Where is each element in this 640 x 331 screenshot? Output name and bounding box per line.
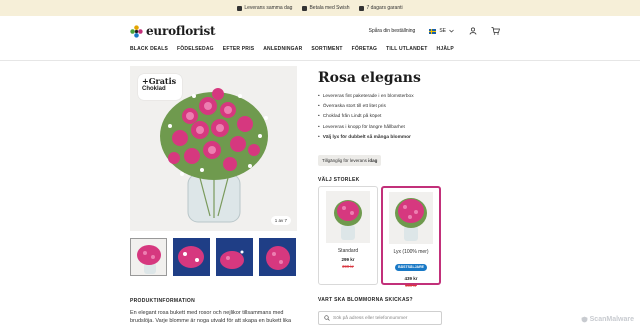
bestseller-badge: BÄSTSÄLJARE: [395, 263, 427, 271]
product-image-gallery[interactable]: +Gratis Choklad 1 av 7: [130, 66, 297, 231]
header-actions: Spåra din beställning SE: [369, 27, 500, 36]
nav-item-business[interactable]: FÖRETAG: [352, 46, 377, 56]
thumbnail-3[interactable]: [216, 238, 253, 276]
feature-item: Överraska stort till ett litet pris: [318, 102, 414, 112]
thumbnail-1[interactable]: [130, 238, 167, 276]
main-nav: BLACK DEALS FÖDELSEDAG EFTER PRIS ANLEDN…: [130, 46, 454, 56]
delivery-heading: VART SKA BLOMMORNA SKICKAS?: [318, 297, 413, 303]
nav-item-assortment[interactable]: SORTIMENT: [311, 46, 342, 56]
flower-logo-icon: [130, 24, 143, 38]
cart-icon[interactable]: [491, 27, 500, 36]
free-chocolate-badge: +Gratis Choklad: [138, 74, 182, 100]
size-option-luxury[interactable]: Lyx (100% mer) BÄSTSÄLJARE 439 kr 539 kr: [381, 186, 441, 288]
feature-item: Choklad från Lindt på köpet: [318, 112, 414, 122]
nav-item-occasions[interactable]: ANLEDNINGAR: [263, 46, 302, 56]
announcement-item: Leverans samma dag: [237, 5, 292, 11]
address-placeholder: Sök på adress eller telefonnummer: [333, 315, 408, 321]
nav-item-abroad[interactable]: TILL UTLANDET: [386, 46, 427, 56]
product-info-text: En elegant rosa bukett med rosor och nej…: [130, 310, 292, 324]
language-code: SE: [439, 28, 446, 34]
announcement-item: Betala med Swish: [302, 5, 349, 11]
product-info-heading: PRODUKTINFORMATION: [130, 298, 196, 304]
availability-badge: Tillgänglig för leverans idag: [318, 155, 382, 166]
thumbnail-4[interactable]: [259, 238, 296, 276]
product-title: Rosa elegans: [318, 70, 421, 86]
size-old-price: 539 kr: [405, 283, 417, 288]
language-selector[interactable]: SE: [429, 28, 454, 34]
thumbnail-strip: [130, 238, 296, 276]
nav-item-black-deals[interactable]: BLACK DEALS: [130, 46, 168, 56]
size-name: Standard: [337, 248, 359, 254]
shield-icon: [581, 316, 588, 323]
image-counter: 1 av 7: [270, 216, 291, 225]
thumbnail-2[interactable]: [173, 238, 210, 276]
size-heading: VÄLJ STORLEK: [318, 177, 360, 183]
announcement-bar: Leverans samma dag Betala med Swish 7 da…: [0, 0, 640, 16]
size-image: [326, 191, 370, 243]
feature-list: Levereras fint paketerade i en blomsterb…: [318, 92, 414, 143]
size-option-standard[interactable]: Standard 299 kr 399 kr: [318, 186, 378, 285]
address-search-input[interactable]: Sök på adress eller telefonnummer: [318, 311, 442, 325]
feature-item: Levereras fint paketerade i en blomsterb…: [318, 92, 414, 102]
sweden-flag-icon: [429, 28, 437, 34]
size-image: [389, 192, 433, 244]
feature-item: Välj lyx för dubbelt så många blommor: [318, 133, 414, 143]
size-old-price: 399 kr: [342, 264, 354, 269]
track-order-link[interactable]: Spåra din beställning: [369, 28, 416, 34]
nav-item-by-price[interactable]: EFTER PRIS: [223, 46, 254, 56]
swish-icon: [302, 5, 308, 11]
guarantee-icon: [359, 5, 365, 11]
nav-item-birthday[interactable]: FÖDELSEDAG: [177, 46, 214, 56]
nav-divider: [0, 60, 640, 61]
size-price: 299 kr: [341, 257, 355, 262]
truck-icon: [237, 5, 243, 11]
logo-text: euroflorist: [146, 24, 216, 38]
nav-item-help[interactable]: HJÄLP: [437, 46, 454, 56]
watermark: ScanMalware: [581, 316, 634, 323]
search-icon: [324, 315, 330, 321]
logo[interactable]: euroflorist: [130, 24, 216, 38]
account-icon[interactable]: [468, 27, 477, 36]
site-header: euroflorist Spåra din beställning SE: [130, 20, 500, 42]
feature-item: Levereras i knopp för längre hållbarhet: [318, 123, 414, 133]
size-price: 439 kr: [404, 276, 418, 281]
chevron-down-icon: [449, 29, 454, 33]
announcement-item: 7 dagars garanti: [359, 5, 403, 11]
